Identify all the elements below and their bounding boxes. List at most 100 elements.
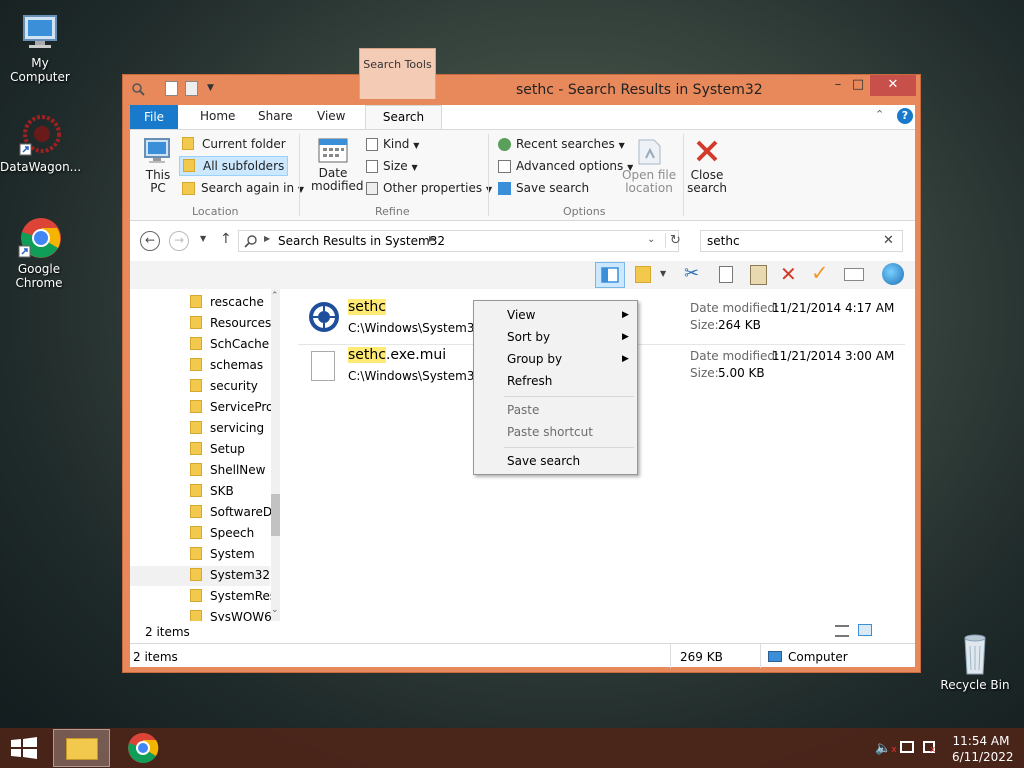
- volume-muted-icon[interactable]: 🔈x: [875, 741, 897, 756]
- address-dropdown-icon[interactable]: ⌄: [647, 234, 655, 245]
- status-divider: [670, 644, 671, 668]
- large-icons-view-icon[interactable]: [858, 624, 872, 636]
- tab-view[interactable]: View: [317, 109, 345, 123]
- search-input[interactable]: sethc: [707, 234, 740, 248]
- taskbar-chrome[interactable]: [127, 732, 159, 767]
- address-path[interactable]: Search Results in System32: [278, 234, 445, 248]
- maximize-button[interactable]: □: [844, 75, 872, 96]
- select-folder-icon[interactable]: [635, 266, 651, 283]
- size-button[interactable]: Size ▼: [366, 159, 418, 173]
- close-button[interactable]: ✕: [870, 75, 916, 96]
- recent-searches-label: Recent searches: [516, 137, 615, 151]
- nav-item[interactable]: ServiceProf: [190, 400, 278, 414]
- menu-item-group-by[interactable]: Group by: [507, 352, 562, 366]
- nav-scroll-down-icon[interactable]: ⌄: [271, 605, 279, 615]
- nav-scroll-thumb[interactable]: [271, 494, 280, 536]
- back-icon[interactable]: ←: [140, 231, 160, 251]
- toolbar-dropdown-icon[interactable]: ▼: [660, 269, 666, 278]
- menu-item-paste-shortcut: Paste shortcut: [507, 425, 593, 439]
- nav-item[interactable]: SoftwareDis: [190, 505, 282, 519]
- menu-item-refresh[interactable]: Refresh: [507, 374, 552, 388]
- nav-item[interactable]: Resources: [190, 316, 271, 330]
- menu-item-view[interactable]: View: [507, 308, 535, 322]
- clear-search-icon[interactable]: ✕: [883, 233, 894, 248]
- recent-searches-button[interactable]: Recent searches ▼: [498, 137, 625, 151]
- refresh-icon[interactable]: ↻: [665, 233, 687, 248]
- network-icon[interactable]: [900, 741, 914, 753]
- search-box[interactable]: sethc ✕: [700, 230, 903, 252]
- submenu-arrow-icon: ▶: [622, 332, 629, 342]
- up-icon[interactable]: ↑: [220, 231, 232, 247]
- this-pc-button[interactable]: This PC: [138, 136, 178, 195]
- folder-icon: [182, 137, 194, 150]
- taskbar: 🔈x x 11:54 AM 6/11/2022: [0, 728, 1024, 768]
- close-search-label-2: search: [687, 181, 727, 195]
- folder-icon: [183, 159, 195, 172]
- advanced-options-icon: [498, 160, 511, 173]
- nav-item[interactable]: servicing: [190, 421, 264, 435]
- qat-properties-doc-icon[interactable]: [185, 81, 198, 96]
- kind-button[interactable]: Kind ▼: [366, 137, 419, 151]
- nav-item[interactable]: rescache: [190, 295, 264, 309]
- nav-item-label: Speech: [210, 526, 255, 540]
- nav-item[interactable]: Setup: [190, 442, 245, 456]
- help-icon[interactable]: ?: [897, 108, 913, 124]
- advanced-options-button[interactable]: Advanced options ▼: [498, 159, 633, 173]
- desktop-icon-my-computer[interactable]: My Computer: [0, 10, 80, 84]
- nav-item-label: System: [210, 547, 255, 561]
- nav-scrollbar[interactable]: ⌃ ⌄: [271, 289, 280, 621]
- forward-icon[interactable]: →: [169, 231, 189, 251]
- nav-item[interactable]: System: [190, 547, 255, 561]
- all-subfolders-button[interactable]: All subfolders: [179, 156, 289, 176]
- address-bar[interactable]: ▶ Search Results in System32 ▶ ⌄ ↻: [238, 230, 681, 252]
- nav-scroll-up-icon[interactable]: ⌃: [271, 291, 279, 301]
- clock[interactable]: 11:54 AM 6/11/2022: [952, 733, 1014, 765]
- close-search-button[interactable]: Close search: [686, 136, 728, 195]
- desktop-icon-google-chrome[interactable]: Google Chrome: [0, 216, 78, 290]
- menu-item-sort-by[interactable]: Sort by: [507, 330, 550, 344]
- search-again-in-button[interactable]: Search again in ▼: [182, 181, 304, 195]
- taskbar-file-explorer[interactable]: [53, 729, 110, 767]
- folder-icon: [190, 358, 202, 371]
- folder-icon: [190, 400, 202, 413]
- paste-icon[interactable]: [750, 265, 767, 285]
- properties-toolbar-icon[interactable]: [844, 268, 864, 281]
- nav-item[interactable]: SchCache: [190, 337, 269, 351]
- nav-item-label: security: [210, 379, 258, 393]
- desktop-icon-datawagon[interactable]: DataWagon...: [0, 114, 81, 174]
- delete-icon[interactable]: ✕: [780, 262, 797, 286]
- tab-search[interactable]: Search: [365, 105, 442, 129]
- preview-pane-icon[interactable]: [595, 262, 625, 288]
- open-file-location-button: Open file location: [622, 136, 676, 195]
- save-search-button[interactable]: Save search: [498, 181, 589, 195]
- qat-new-folder-icon[interactable]: [165, 81, 178, 96]
- menu-item-save-search[interactable]: Save search: [507, 454, 580, 468]
- start-button[interactable]: [10, 737, 38, 762]
- details-view-icon[interactable]: [835, 625, 849, 637]
- address-row: ← → ▼ ↑ ▶ Search Results in System32 ▶ ⌄…: [130, 221, 915, 261]
- tab-share[interactable]: Share: [258, 109, 293, 123]
- collapse-ribbon-icon[interactable]: ⌃: [875, 108, 884, 121]
- nav-item[interactable]: ShellNew: [190, 463, 265, 477]
- nav-item[interactable]: Speech: [190, 526, 254, 540]
- nav-item[interactable]: schemas: [190, 358, 263, 372]
- qat-properties-icon[interactable]: [131, 82, 145, 96]
- tab-home[interactable]: Home: [200, 109, 235, 123]
- recent-locations-icon[interactable]: ▼: [200, 234, 206, 243]
- globe-icon[interactable]: [882, 263, 904, 285]
- copy-icon[interactable]: [719, 266, 733, 283]
- cut-icon[interactable]: ✂: [684, 263, 699, 284]
- current-folder-button[interactable]: Current folder: [182, 137, 286, 151]
- rename-icon[interactable]: ✓: [811, 261, 829, 285]
- qat-dropdown-icon[interactable]: ▼: [207, 83, 214, 93]
- current-folder-label: Current folder: [202, 137, 286, 151]
- nav-item[interactable]: SystemReso: [190, 589, 284, 603]
- date-modified-button[interactable]: Date modified ▼: [311, 136, 374, 194]
- nav-item[interactable]: SKB: [190, 484, 234, 498]
- action-center-icon[interactable]: x: [923, 741, 935, 755]
- nav-item[interactable]: System32: [130, 566, 270, 586]
- desktop-icon-recycle-bin[interactable]: Recycle Bin: [935, 632, 1015, 692]
- other-properties-button[interactable]: Other properties ▼: [366, 181, 492, 195]
- nav-item[interactable]: security: [190, 379, 258, 393]
- tab-file[interactable]: File: [130, 105, 178, 129]
